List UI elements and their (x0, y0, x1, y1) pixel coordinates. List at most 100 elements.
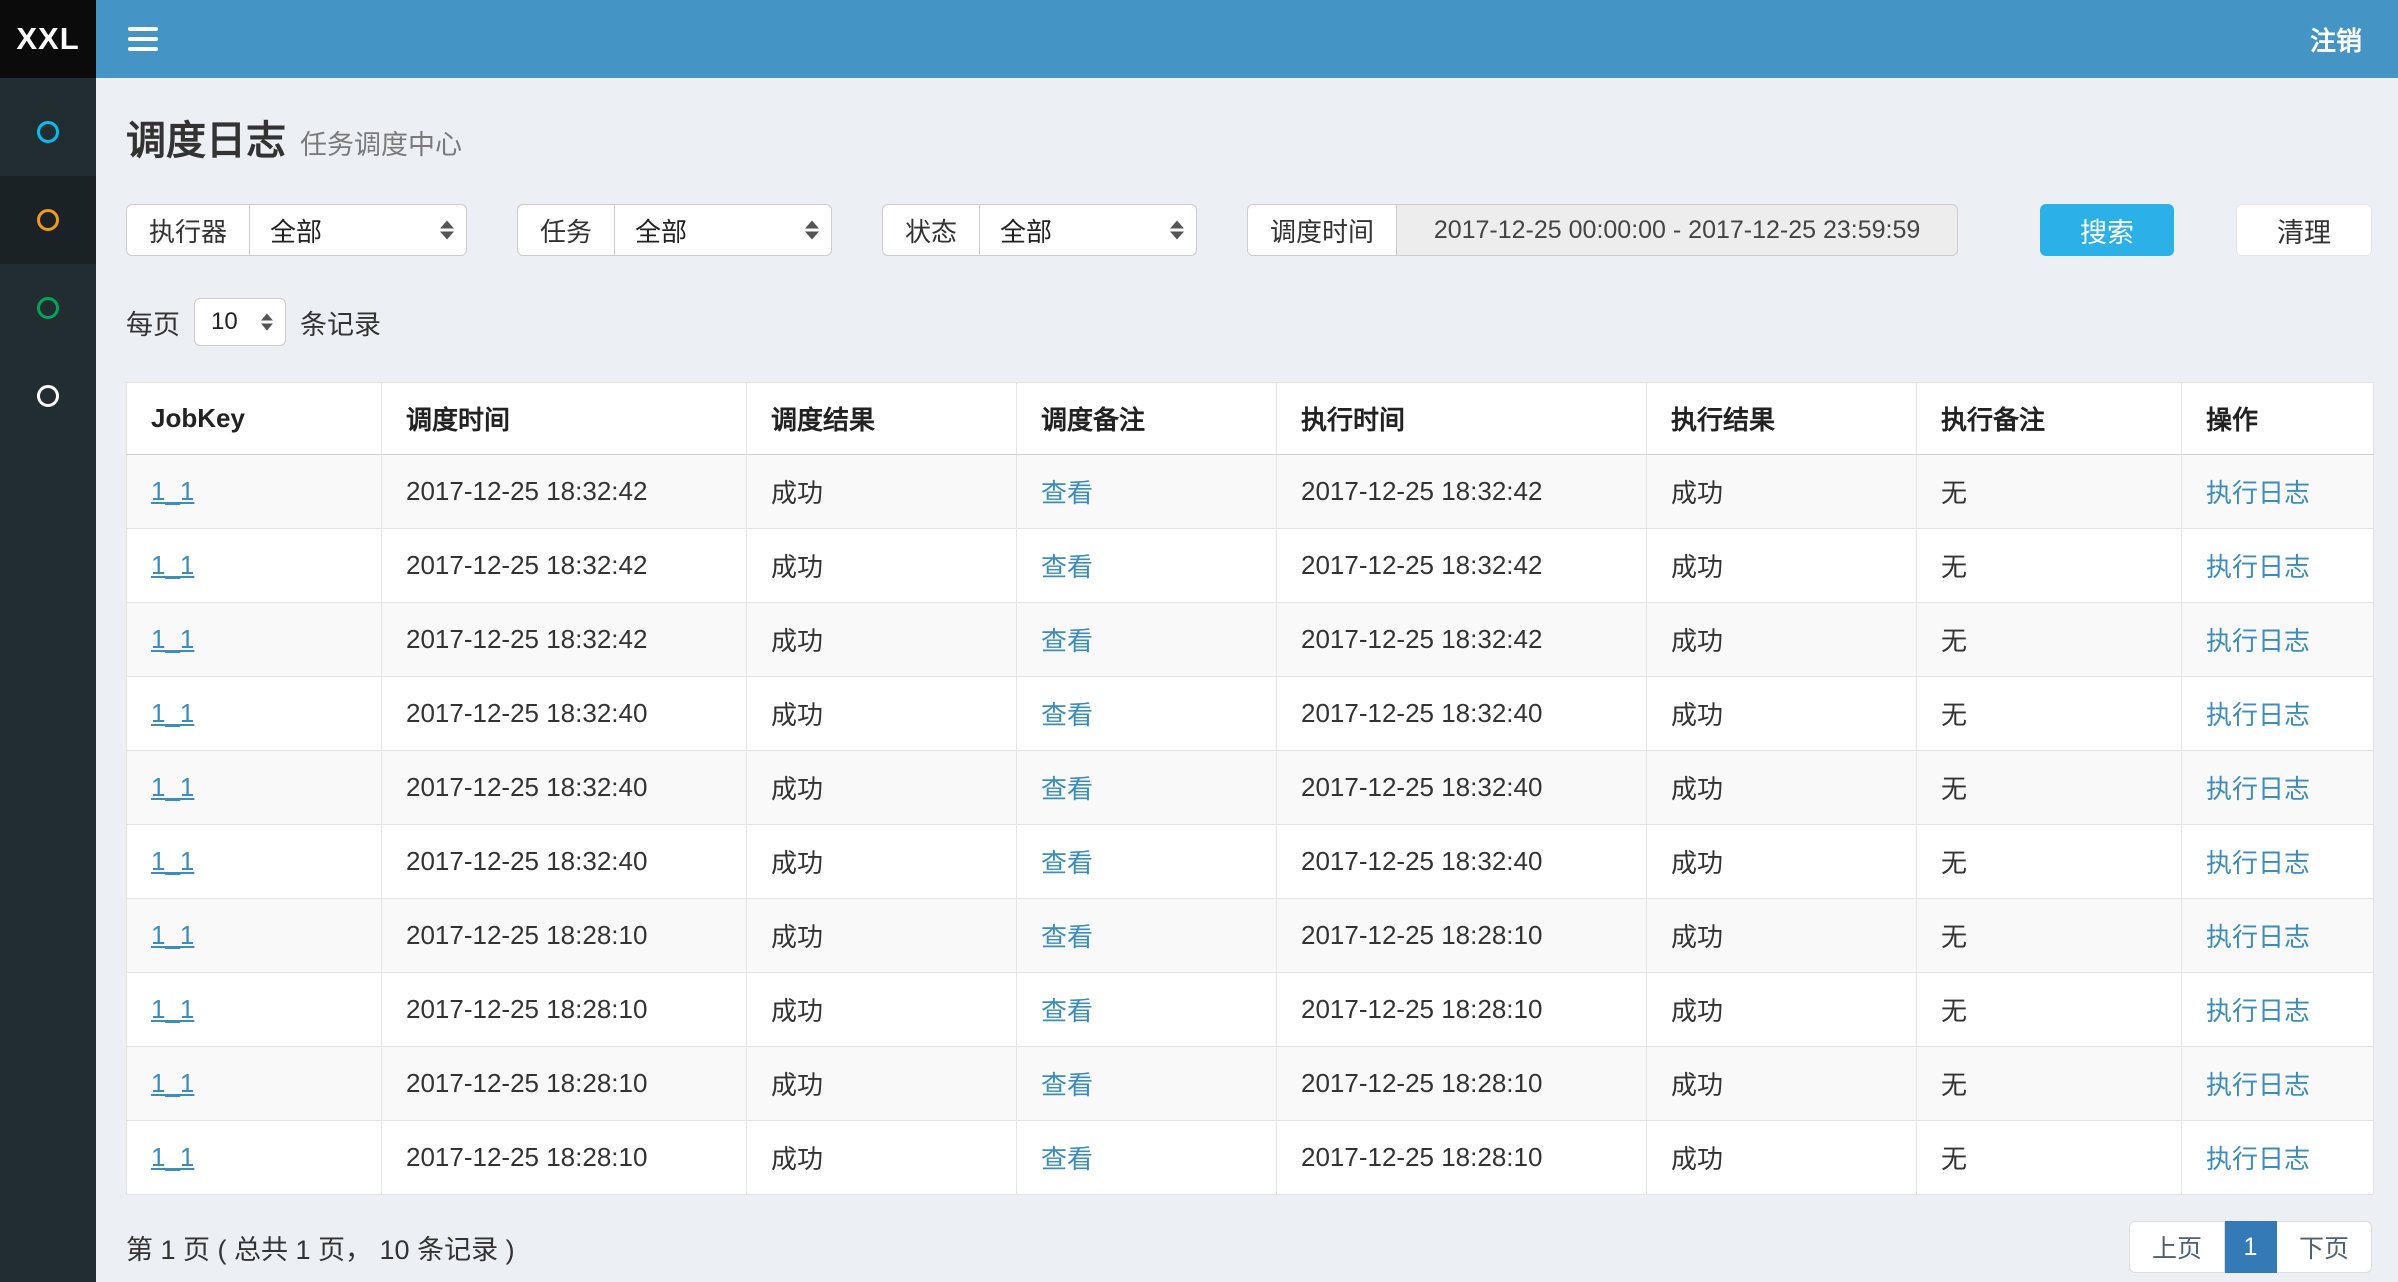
circle-icon (37, 297, 59, 319)
hamburger-icon (128, 27, 158, 31)
trigger-time-cell: 2017-12-25 18:28:10 (382, 1047, 747, 1121)
trigger-msg-link[interactable]: 查看 (1041, 774, 1093, 804)
handle-result-cell: 成功 (1647, 677, 1917, 751)
handle-msg-cell: 无 (1917, 973, 2182, 1047)
jobkey-link[interactable]: 1_1 (151, 550, 194, 580)
action-cell: 执行日志 (2182, 973, 2374, 1047)
jobkey-link[interactable]: 1_1 (151, 846, 194, 876)
logout-link[interactable]: 注销 (2310, 21, 2362, 58)
action-cell: 执行日志 (2182, 1121, 2374, 1195)
handle-time-cell: 2017-12-25 18:32:40 (1277, 677, 1647, 751)
jobkey-cell: 1_1 (127, 1047, 382, 1121)
column-header-8: 操作 (2182, 383, 2374, 455)
column-header-4: 调度备注 (1017, 383, 1277, 455)
trigger-msg-link[interactable]: 查看 (1041, 996, 1093, 1026)
trigger-msg-link[interactable]: 查看 (1041, 848, 1093, 878)
table-footer: 第 1 页 ( 总共 1 页， 10 条记录 ) 上页 1 下页 (126, 1221, 2372, 1273)
handle-result-cell: 成功 (1647, 603, 1917, 677)
trigger-msg-link[interactable]: 查看 (1041, 922, 1093, 952)
trigger-msg-link[interactable]: 查看 (1041, 478, 1093, 508)
status-filter-label: 状态 (882, 204, 979, 256)
jobkey-link[interactable]: 1_1 (151, 772, 194, 802)
exec-log-link[interactable]: 执行日志 (2206, 626, 2310, 656)
handle-time-cell: 2017-12-25 18:32:42 (1277, 455, 1647, 529)
jobkey-link[interactable]: 1_1 (151, 920, 194, 950)
handle-msg-cell: 无 (1917, 899, 2182, 973)
handle-result-cell: 成功 (1647, 1121, 1917, 1195)
trigger-time-cell: 2017-12-25 18:32:42 (382, 529, 747, 603)
jobkey-link[interactable]: 1_1 (151, 1142, 194, 1172)
trigger-msg-cell: 查看 (1017, 825, 1277, 899)
current-page-button[interactable]: 1 (2225, 1221, 2277, 1273)
sidebar-item-3[interactable] (0, 264, 96, 352)
status-select-value: 全部 (1000, 212, 1052, 249)
exec-log-link[interactable]: 执行日志 (2206, 1070, 2310, 1100)
trigger-msg-cell: 查看 (1017, 1121, 1277, 1195)
page-size-select[interactable]: 10 (194, 298, 286, 346)
trigger-result-cell: 成功 (747, 899, 1017, 973)
handle-msg-cell: 无 (1917, 1121, 2182, 1195)
trigger-time-cell: 2017-12-25 18:32:42 (382, 455, 747, 529)
table-row: 1_1 2017-12-25 18:32:42 成功 查看 2017-12-25… (127, 603, 2374, 677)
jobkey-link[interactable]: 1_1 (151, 1068, 194, 1098)
jobkey-cell: 1_1 (127, 751, 382, 825)
trigger-result-cell: 成功 (747, 455, 1017, 529)
job-filter-label: 任务 (517, 204, 614, 256)
trigger-time-range-input[interactable]: 2017-12-25 00:00:00 - 2017-12-25 23:59:5… (1396, 204, 1958, 256)
column-header-2: 调度时间 (382, 383, 747, 455)
jobkey-link[interactable]: 1_1 (151, 624, 194, 654)
main-content: 调度日志 任务调度中心 执行器 全部 任务 全部 状态 全部 (96, 78, 2398, 1282)
search-button[interactable]: 搜索 (2040, 204, 2174, 256)
handle-result-cell: 成功 (1647, 529, 1917, 603)
status-select[interactable]: 全部 (979, 204, 1197, 256)
executor-filter-group: 执行器 全部 (126, 204, 467, 256)
handle-time-cell: 2017-12-25 18:28:10 (1277, 1121, 1647, 1195)
executor-filter-label: 执行器 (126, 204, 249, 256)
exec-log-link[interactable]: 执行日志 (2206, 478, 2310, 508)
table-row: 1_1 2017-12-25 18:28:10 成功 查看 2017-12-25… (127, 973, 2374, 1047)
job-select[interactable]: 全部 (614, 204, 832, 256)
exec-log-link[interactable]: 执行日志 (2206, 996, 2310, 1026)
next-page-button[interactable]: 下页 (2277, 1221, 2372, 1273)
page-subtitle: 任务调度中心 (300, 123, 462, 162)
exec-log-link[interactable]: 执行日志 (2206, 922, 2310, 952)
exec-log-link[interactable]: 执行日志 (2206, 552, 2310, 582)
trigger-result-cell: 成功 (747, 1121, 1017, 1195)
jobkey-link[interactable]: 1_1 (151, 994, 194, 1024)
sidebar-item-4[interactable] (0, 352, 96, 440)
trigger-time-cell: 2017-12-25 18:32:40 (382, 677, 747, 751)
exec-log-link[interactable]: 执行日志 (2206, 774, 2310, 804)
column-header-6: 执行结果 (1647, 383, 1917, 455)
page-size-prefix: 每页 (126, 303, 180, 342)
jobkey-link[interactable]: 1_1 (151, 476, 194, 506)
trigger-result-cell: 成功 (747, 825, 1017, 899)
filter-toolbar: 执行器 全部 任务 全部 状态 全部 调度时间 2017-12-25 00:00… (126, 204, 2372, 256)
app-logo[interactable]: XXL (0, 0, 96, 78)
trigger-time-cell: 2017-12-25 18:32:40 (382, 751, 747, 825)
trigger-time-range-value: 2017-12-25 00:00:00 - 2017-12-25 23:59:5… (1434, 216, 1921, 245)
jobkey-link[interactable]: 1_1 (151, 698, 194, 728)
exec-log-link[interactable]: 执行日志 (2206, 1144, 2310, 1174)
jobkey-cell: 1_1 (127, 603, 382, 677)
trigger-msg-link[interactable]: 查看 (1041, 626, 1093, 656)
table-row: 1_1 2017-12-25 18:32:40 成功 查看 2017-12-25… (127, 825, 2374, 899)
sidebar-toggle-button[interactable] (128, 27, 158, 51)
trigger-msg-link[interactable]: 查看 (1041, 552, 1093, 582)
exec-log-link[interactable]: 执行日志 (2206, 700, 2310, 730)
exec-log-link[interactable]: 执行日志 (2206, 848, 2310, 878)
trigger-msg-link[interactable]: 查看 (1041, 700, 1093, 730)
prev-page-button[interactable]: 上页 (2129, 1221, 2225, 1273)
clear-button[interactable]: 清理 (2236, 204, 2372, 256)
executor-select[interactable]: 全部 (249, 204, 467, 256)
handle-msg-cell: 无 (1917, 677, 2182, 751)
trigger-result-cell: 成功 (747, 973, 1017, 1047)
handle-result-cell: 成功 (1647, 1047, 1917, 1121)
page-title: 调度日志 (126, 108, 286, 166)
sidebar-item-2[interactable] (0, 176, 96, 264)
log-table: JobKey调度时间调度结果调度备注执行时间执行结果执行备注操作 1_1 201… (126, 382, 2374, 1195)
executor-select-value: 全部 (270, 212, 322, 249)
trigger-msg-link[interactable]: 查看 (1041, 1070, 1093, 1100)
trigger-msg-link[interactable]: 查看 (1041, 1144, 1093, 1174)
sidebar-item-1[interactable] (0, 88, 96, 176)
trigger-msg-cell: 查看 (1017, 455, 1277, 529)
